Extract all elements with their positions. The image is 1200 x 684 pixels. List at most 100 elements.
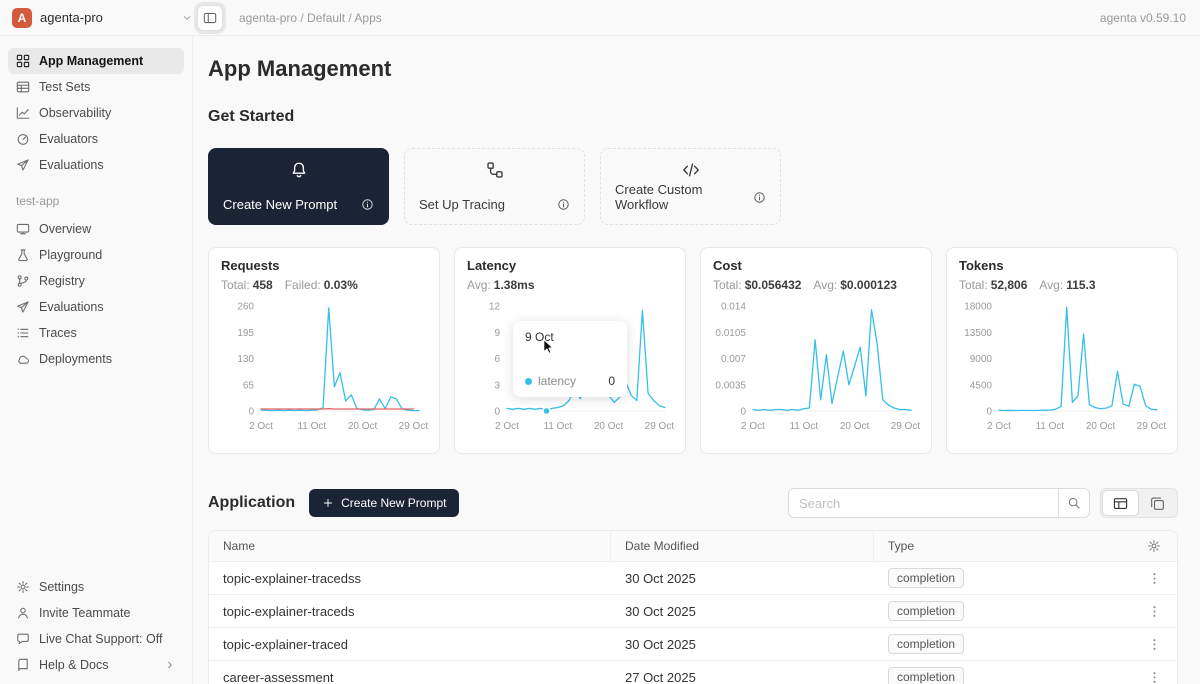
stat-card-stats: Avg:1.38ms xyxy=(467,278,673,292)
sidebar-item-label: Observability xyxy=(39,106,111,120)
stat-label: Avg: xyxy=(1039,278,1063,292)
svg-text:0.007: 0.007 xyxy=(721,354,746,365)
info-icon[interactable] xyxy=(557,198,570,211)
breadcrumb: agenta-pro / Default / Apps xyxy=(239,11,382,25)
stat-value: 52,806 xyxy=(991,278,1028,292)
sidebar-item-live-chat-support-off[interactable]: Live Chat Support: Off xyxy=(8,626,184,652)
code-icon xyxy=(615,161,766,179)
svg-text:195: 195 xyxy=(237,328,254,339)
sidebar-item-label: Evaluations xyxy=(39,300,104,314)
column-header-name[interactable]: Name xyxy=(209,531,611,561)
sidebar-footer: SettingsInvite Teammate Live Chat Support… xyxy=(8,574,184,678)
flask-icon xyxy=(16,248,30,262)
sidebar-item-app-management[interactable]: App Management xyxy=(8,48,184,74)
sidebar-item-deployments[interactable]: Deployments xyxy=(8,346,184,372)
sidebar-item-help-docs[interactable]: Help & Docs xyxy=(8,652,184,678)
sidebar-item-label: Deployments xyxy=(39,352,112,366)
layout: App ManagementTest Sets Observability Eval… xyxy=(0,36,1200,684)
sidebar-item-registry[interactable]: Registry xyxy=(8,268,184,294)
get-started-card-create-new-prompt[interactable]: Create New Prompt xyxy=(208,148,389,225)
get-started-card-create-custom-workflow[interactable]: Create Custom Workflow xyxy=(600,148,781,225)
type-cell: completion xyxy=(874,601,1131,621)
sidebar-nav: App ManagementTest Sets Observability Eval… xyxy=(8,48,184,178)
app-name[interactable]: topic-explainer-traced xyxy=(209,637,611,652)
column-header-type[interactable]: Type xyxy=(874,539,1131,553)
application-header: Application Create New Prompt xyxy=(208,488,1178,518)
sidebar-item-observability[interactable]: Observability xyxy=(8,100,184,126)
type-cell: completion xyxy=(874,568,1131,588)
svg-text:65: 65 xyxy=(243,380,255,391)
sidebar-item-invite-teammate[interactable]: Invite Teammate xyxy=(8,600,184,626)
svg-text:2 Oct: 2 Oct xyxy=(741,421,765,432)
sidebar-item-label: Live Chat Support: Off xyxy=(39,632,162,646)
org-avatar: A xyxy=(12,8,32,28)
view-toggle-table[interactable] xyxy=(1102,490,1139,516)
stat-label: Total: xyxy=(713,278,742,292)
sidebar-item-evaluations[interactable]: Evaluations xyxy=(8,294,184,320)
row-menu-button[interactable] xyxy=(1131,604,1177,619)
panel-icon xyxy=(203,11,217,25)
row-menu-button[interactable] xyxy=(1131,670,1177,684)
app-name[interactable]: topic-explainer-traceds xyxy=(209,604,611,619)
sidebar-item-overview[interactable]: Overview xyxy=(8,216,184,242)
table-row[interactable]: topic-explainer-tracedss30 Oct 2025compl… xyxy=(209,561,1177,594)
view-toggle-cards[interactable] xyxy=(1139,490,1176,516)
table-row[interactable]: career-assessment27 Oct 2025completion xyxy=(209,660,1177,684)
stat-card-title: Cost xyxy=(713,258,919,273)
sidebar-item-label: Registry xyxy=(39,274,85,288)
sidebar-item-test-sets[interactable]: Test Sets xyxy=(8,74,184,100)
stat-value: 458 xyxy=(253,278,273,292)
row-menu-button[interactable] xyxy=(1131,637,1177,652)
info-icon[interactable] xyxy=(753,191,766,204)
application-heading: Application xyxy=(208,494,295,512)
stat-card-requests: RequestsTotal:458Failed:0.03%06513019526… xyxy=(208,247,440,454)
date-modified: 30 Oct 2025 xyxy=(611,571,874,586)
table-settings-button[interactable] xyxy=(1131,539,1177,553)
svg-text:20 Oct: 20 Oct xyxy=(348,421,378,432)
search-button[interactable] xyxy=(1058,488,1090,518)
get-started-card-label: Create New Prompt xyxy=(223,197,337,212)
stat-label: Avg: xyxy=(467,278,491,292)
sidebar-item-evaluations[interactable]: Evaluations xyxy=(8,152,184,178)
kebab-menu-icon xyxy=(1147,571,1162,586)
sidebar-item-settings[interactable]: Settings xyxy=(8,574,184,600)
tracing-icon xyxy=(419,161,570,179)
app-name[interactable]: topic-explainer-tracedss xyxy=(209,571,611,586)
table-row[interactable]: topic-explainer-traced30 Oct 2025complet… xyxy=(209,627,1177,660)
sidebar-item-traces[interactable]: Traces xyxy=(8,320,184,346)
info-icon[interactable] xyxy=(361,198,374,211)
sidebar-collapse-button[interactable] xyxy=(197,5,223,31)
branch-icon xyxy=(16,274,30,288)
org-switcher[interactable]: A agenta-pro xyxy=(12,8,193,28)
column-header-date-modified[interactable]: Date Modified xyxy=(611,531,874,561)
stat-card-tokens: TokensTotal:52,806Avg:115.30450090001350… xyxy=(946,247,1178,454)
get-started-card-set-up-tracing[interactable]: Set Up Tracing xyxy=(404,148,585,225)
cost-chart: 00.00350.0070.01050.0142 Oct11 Oct20 Oct… xyxy=(713,296,923,436)
svg-text:2 Oct: 2 Oct xyxy=(987,421,1011,432)
sidebar-item-evaluators[interactable]: Evaluators xyxy=(8,126,184,152)
search-input[interactable] xyxy=(788,488,1058,518)
stat-label: Failed: xyxy=(285,278,321,292)
search-icon xyxy=(1067,496,1081,510)
svg-text:4500: 4500 xyxy=(970,380,993,391)
svg-text:20 Oct: 20 Oct xyxy=(1086,421,1116,432)
svg-text:11 Oct: 11 Oct xyxy=(789,421,818,432)
apps-table: NameDate ModifiedType topic-explainer-tr… xyxy=(208,530,1178,684)
svg-text:12: 12 xyxy=(489,302,501,313)
book-icon xyxy=(16,658,30,672)
sidebar-item-label: Evaluators xyxy=(39,132,98,146)
kebab-menu-icon xyxy=(1147,670,1162,684)
stat-value: $0.000123 xyxy=(840,278,897,292)
series-dot-icon xyxy=(525,378,532,385)
svg-text:0.0105: 0.0105 xyxy=(715,328,746,339)
sidebar-item-label: Help & Docs xyxy=(39,658,108,672)
row-menu-button[interactable] xyxy=(1131,571,1177,586)
app-name[interactable]: career-assessment xyxy=(209,670,611,684)
create-new-prompt-button[interactable]: Create New Prompt xyxy=(309,489,459,517)
svg-text:29 Oct: 29 Oct xyxy=(645,421,675,432)
sidebar-item-playground[interactable]: Playground xyxy=(8,242,184,268)
svg-text:0.0035: 0.0035 xyxy=(715,380,746,391)
table-row[interactable]: topic-explainer-traceds30 Oct 2025comple… xyxy=(209,594,1177,627)
table-body: topic-explainer-tracedss30 Oct 2025compl… xyxy=(209,561,1177,684)
svg-text:29 Oct: 29 Oct xyxy=(891,421,921,432)
